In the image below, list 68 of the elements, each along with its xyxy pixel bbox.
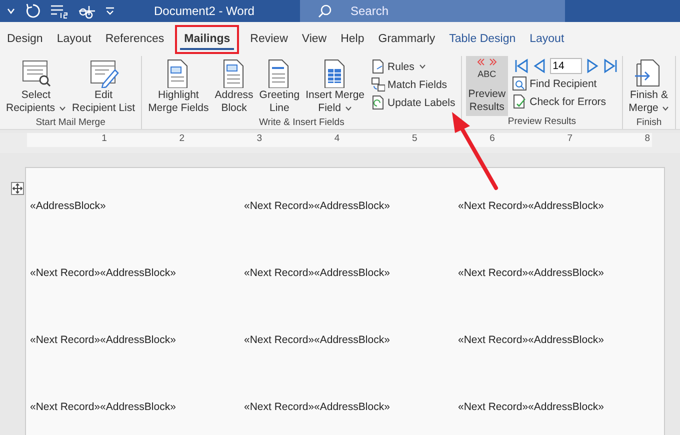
refresh-icon[interactable]: [24, 2, 42, 20]
highlight-frame: [175, 25, 239, 54]
merge-field: «Next Record»«AddressBlock»: [458, 267, 658, 282]
ribbon-small-button[interactable]: Find Recipient: [510, 75, 618, 92]
ribbon-tab[interactable]: Table Design: [445, 28, 520, 50]
update-labels-icon: [370, 95, 385, 110]
merge-field: «Next Record»«AddressBlock»: [458, 334, 658, 349]
merge-field: «Next Record»«AddressBlock»: [244, 401, 458, 416]
ribbon-button[interactable]: Select Recipients: [4, 56, 68, 117]
customize-caret-icon[interactable]: [104, 5, 116, 17]
ribbon-button[interactable]: Finish & Merge: [626, 56, 672, 117]
ruler-number: 6: [490, 133, 495, 144]
ribbon-tab[interactable]: Review: [246, 28, 292, 50]
merge-field: «Next Record»«AddressBlock»: [30, 267, 244, 282]
match-fields-icon: [370, 77, 385, 92]
numbered-list-icon[interactable]: [50, 3, 70, 19]
record-number-field[interactable]: 14: [550, 58, 582, 74]
merge-field: «Next Record»«AddressBlock»: [244, 267, 458, 282]
group-label: Start Mail Merge: [34, 117, 106, 130]
last-record-icon[interactable]: [602, 58, 618, 74]
merge-field: «Next Record»«AddressBlock»: [458, 401, 658, 416]
search-field[interactable]: Search: [300, 0, 566, 22]
ribbon-small-button[interactable]: Update Labels: [368, 94, 458, 111]
ribbon-button[interactable]: Insert Merge Field: [304, 56, 367, 117]
first-record-icon[interactable]: [514, 58, 529, 74]
chevrons-icon: [476, 58, 498, 66]
ruler-number: 3: [256, 133, 262, 144]
next-record-icon[interactable]: [584, 58, 600, 74]
ribbon-tab[interactable]: Layout: [526, 28, 568, 50]
ruler-number: 5: [412, 133, 418, 144]
ribbon-tab[interactable]: Mailings: [180, 28, 234, 50]
merge-field: «Next Record»«AddressBlock»: [30, 401, 244, 416]
ribbon-button[interactable]: Edit Recipient List: [70, 56, 138, 117]
ribbon-button[interactable]: Highlight Merge Fields: [146, 56, 211, 117]
ruler-number: 2: [179, 133, 184, 144]
ribbon-button[interactable]: Address Block: [212, 56, 256, 117]
group-label: Write & Insert Fields: [258, 117, 346, 130]
check-errors-icon: [512, 94, 527, 109]
group-label: Finish: [635, 117, 663, 130]
ribbon-tab[interactable]: View: [298, 28, 331, 50]
ribbon-small-button[interactable]: Rules: [368, 58, 458, 75]
caret-down-icon[interactable]: [6, 6, 16, 16]
ribbon-button[interactable]: Greeting Line: [257, 56, 302, 117]
window-title: Document2 - Word: [154, 4, 254, 18]
ribbon-tab[interactable]: Layout: [52, 28, 96, 50]
strikethrough-icon[interactable]: [78, 3, 96, 19]
ruler-number: 7: [567, 133, 572, 144]
ruler-number: 4: [334, 133, 340, 144]
group-label: Preview Results: [506, 116, 577, 129]
rules-icon: [370, 59, 385, 74]
merge-field: «AddressBlock»: [30, 200, 244, 215]
previous-record-icon[interactable]: [532, 58, 547, 74]
merge-field: «Next Record»«AddressBlock»: [244, 334, 458, 349]
move-handle-icon[interactable]: [11, 182, 24, 195]
ruler-number: 8: [644, 133, 650, 144]
search-icon: [318, 4, 332, 18]
ribbon-tab[interactable]: References: [101, 28, 168, 50]
ribbon-small-button[interactable]: Check for Errors: [510, 93, 618, 110]
merge-field: «Next Record»«AddressBlock»: [458, 200, 658, 215]
ribbon-tab[interactable]: Design: [3, 28, 47, 50]
ruler-number: 1: [102, 133, 107, 144]
ribbon-tab[interactable]: Grammarly: [374, 28, 440, 50]
ribbon-button[interactable]: ABC Preview Results: [466, 56, 508, 116]
find-recipient-icon: [512, 76, 527, 91]
merge-field: «Next Record»«AddressBlock»: [30, 334, 244, 349]
ribbon-tab[interactable]: Help: [336, 28, 368, 50]
merge-field: «Next Record»«AddressBlock»: [244, 200, 458, 215]
ribbon-small-button[interactable]: Match Fields: [368, 76, 458, 93]
